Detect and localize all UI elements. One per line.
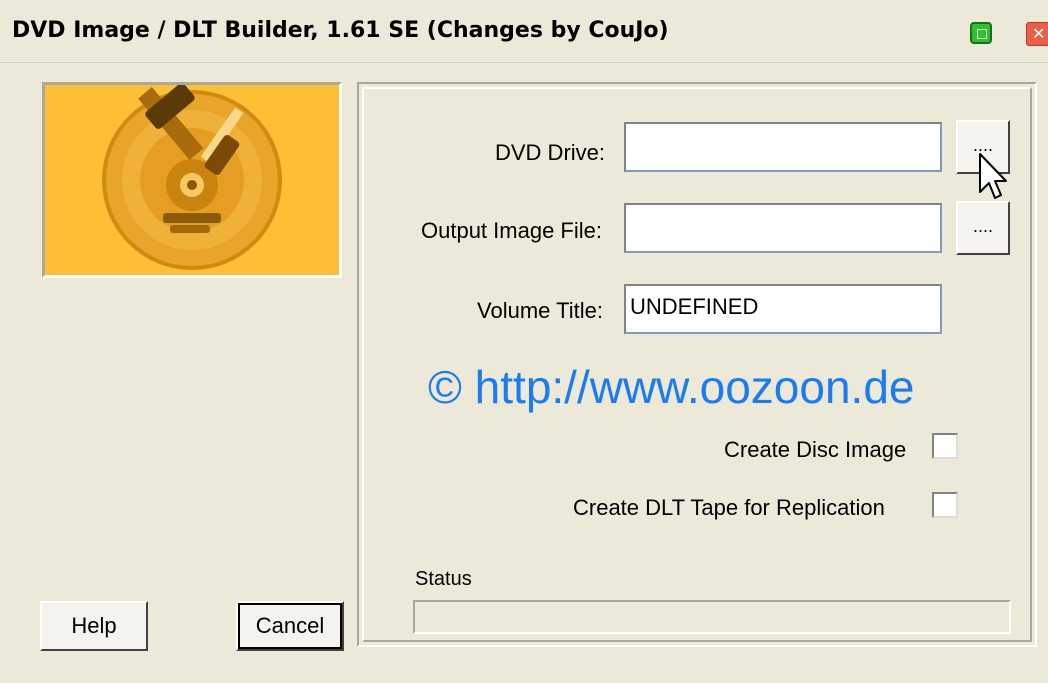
create-dlt-tape-label: Create DLT Tape for Replication: [573, 495, 885, 520]
create-disc-image-checkbox[interactable]: [932, 433, 958, 459]
status-progress-bar: [413, 600, 1011, 634]
create-dlt-tape-checkbox[interactable]: [932, 492, 958, 518]
output-image-file-input[interactable]: [624, 203, 942, 253]
dvd-tools-logo: [42, 82, 342, 278]
app-window: DVD Image / DLT Builder, 1.61 SE (Change…: [0, 0, 1048, 683]
window-title: DVD Image / DLT Builder, 1.61 SE (Change…: [12, 18, 669, 43]
watermark-text: © http://www.oozoon.de: [428, 361, 915, 413]
volume-title-input[interactable]: UNDEFINED: [624, 284, 942, 334]
title-bar[interactable]: DVD Image / DLT Builder, 1.61 SE (Change…: [0, 0, 1048, 63]
help-button[interactable]: Help: [40, 601, 148, 651]
output-image-file-label: Output Image File:: [421, 218, 602, 243]
create-disc-image-label: Create Disc Image: [724, 437, 907, 462]
mouse-pointer-icon: [979, 153, 1007, 199]
close-icon[interactable]: [1026, 22, 1048, 46]
volume-title-label: Volume Title:: [477, 298, 603, 323]
status-label: Status: [415, 568, 472, 590]
output-image-file-browse-button[interactable]: ....: [956, 201, 1010, 255]
dvd-drive-label: DVD Drive:: [495, 140, 606, 165]
dvd-drive-input[interactable]: [624, 122, 942, 172]
cancel-button[interactable]: Cancel: [236, 601, 344, 651]
green-square-icon[interactable]: [970, 22, 992, 44]
